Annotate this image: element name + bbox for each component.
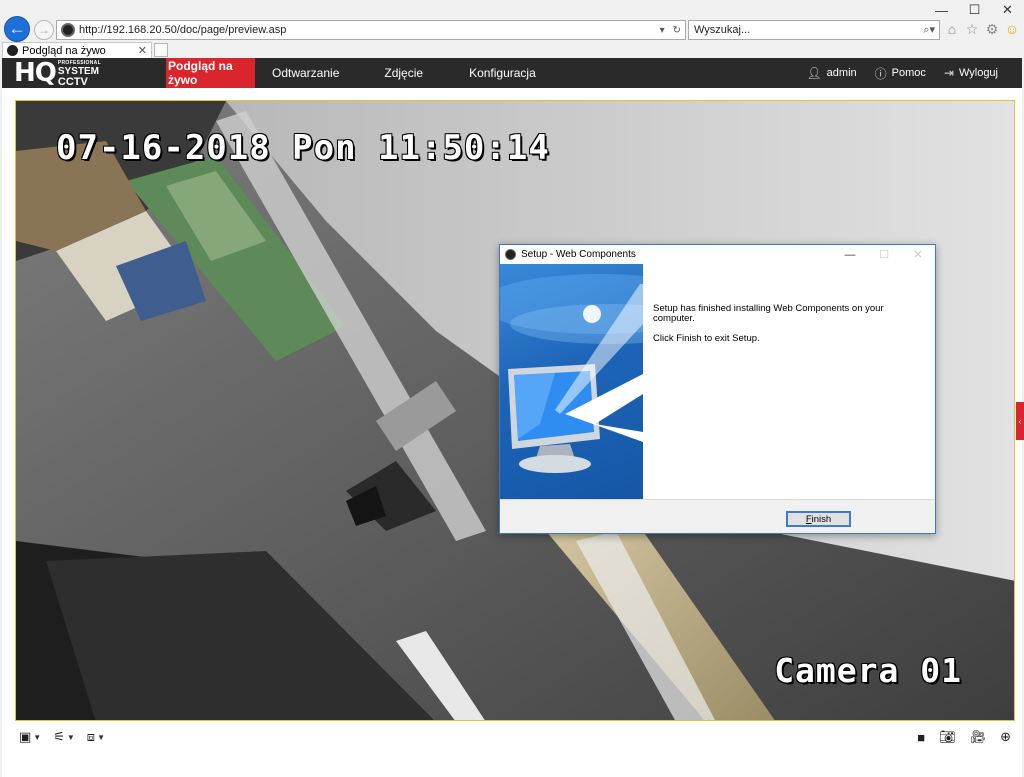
logo-cctv: CCTV — [57, 75, 88, 88]
search-icon[interactable]: ⌕▾ — [919, 23, 939, 37]
tab-close-icon[interactable]: ✕ — [138, 44, 151, 57]
info-icon: ⓘ — [874, 66, 887, 81]
hq-logo[interactable]: HQ PROFESSIONAL SYSTEM CCTV — [14, 58, 101, 88]
home-icon[interactable]: ⌂ — [944, 20, 960, 38]
browser-toolbar-icons: ⌂ ☆ ⚙ ☺ — [944, 20, 1020, 38]
dialog-message: Setup has finished installing Web Compon… — [653, 304, 923, 354]
feedback-smiley-icon[interactable]: ☺ — [1004, 20, 1020, 38]
tab-bar: Podgląd na żywo ✕ — [0, 42, 1024, 58]
arrow-right-icon: → — [38, 23, 50, 37]
caret-down-icon: ▼ — [97, 732, 105, 742]
nav-picture[interactable]: Zdjęcie — [384, 58, 423, 88]
dialog-minimize-button[interactable]: — — [833, 245, 867, 264]
monitor-arrow-icon — [500, 274, 643, 473]
zoom-icon: ⊕ — [1000, 729, 1011, 744]
browser-toolbar: ← → http://192.168.20.50/doc/page/previe… — [0, 16, 1024, 42]
dialog-body: Setup has finished installing Web Compon… — [500, 264, 935, 499]
setup-app-icon — [505, 249, 516, 260]
user-menu[interactable]: 👤︎ admin — [806, 66, 856, 80]
help-link[interactable]: ⓘ Pomoc — [875, 65, 926, 82]
setup-dialog: Setup - Web Components — ☐ ✕ Setup has f… — [499, 244, 936, 534]
stop-icon: ■ — [917, 729, 926, 745]
side-panel-toggle[interactable]: ‹ — [1016, 402, 1024, 440]
dialog-maximize-button: ☐ — [879, 249, 889, 261]
address-url[interactable]: http://192.168.20.50/doc/page/preview.as… — [79, 24, 656, 36]
record-button[interactable]: 🎥︎ — [970, 729, 987, 745]
user-icon: 👤︎ — [806, 66, 822, 80]
forward-button[interactable]: → — [34, 20, 54, 40]
stream-icon: ⚟ — [53, 729, 65, 744]
logo-system: SYSTEM — [57, 65, 99, 77]
plugin-icon: ⧈ — [86, 729, 96, 744]
stream-type-button[interactable]: ⚟ ▼ — [53, 729, 75, 745]
logout-icon: ⇥ — [943, 66, 954, 80]
favorites-star-icon[interactable]: ☆ — [964, 20, 980, 38]
nav-playback[interactable]: Odtwarzanie — [272, 58, 339, 88]
logo-hq: HQ — [14, 58, 57, 88]
dialog-title: Setup - Web Components — [521, 249, 636, 260]
address-bar[interactable]: http://192.168.20.50/doc/page/preview.as… — [56, 20, 686, 40]
finish-label-rest: inish — [811, 513, 832, 525]
logout-label: Wyloguj — [958, 67, 998, 79]
digital-zoom-button[interactable]: ⊕ — [1000, 729, 1011, 745]
dialog-close-button: ✕ — [913, 249, 923, 261]
refresh-icon[interactable]: ↻ — [669, 25, 685, 36]
app-header: HQ PROFESSIONAL SYSTEM CCTV Podgląd na ż… — [2, 58, 1022, 88]
plugin-button[interactable]: ⧈ ▼ — [87, 729, 105, 745]
camera-icon: 📷︎ — [939, 729, 956, 744]
tab-label: Podgląd na żywo — [22, 44, 106, 57]
back-button[interactable]: ← — [4, 16, 30, 42]
search-box[interactable]: Wyszukaj... ⌕▾ — [688, 20, 940, 40]
caret-down-icon: ▼ — [66, 732, 75, 742]
tab-favicon-icon — [7, 45, 18, 56]
capture-button[interactable]: 📷︎ — [939, 729, 956, 745]
gear-icon[interactable]: ⚙ — [984, 20, 1000, 38]
osd-camera-name: Camera 01 — [774, 651, 962, 690]
nav-configuration[interactable]: Konfiguracja — [469, 58, 536, 88]
help-label: Pomoc — [891, 67, 926, 79]
tab-live-preview[interactable]: Podgląd na żywo ✕ — [2, 42, 152, 58]
nav-live-preview[interactable]: Podgląd na żywo — [166, 58, 255, 88]
stop-live-button[interactable]: ■ — [917, 730, 925, 745]
chevron-left-icon: ‹ — [1018, 416, 1022, 426]
user-area: 👤︎ admin ⓘ Pomoc ⇥ Wyloguj — [806, 58, 998, 88]
username: admin — [826, 67, 857, 79]
main-nav: Podgląd na żywo Odtwarzanie Zdjęcie Konf… — [166, 58, 536, 88]
window-layout-button[interactable]: ▣ ▼ — [19, 729, 41, 745]
logout-link[interactable]: ⇥ Wyloguj — [944, 66, 998, 80]
layout-grid-icon: ▣ — [19, 729, 32, 744]
search-input[interactable]: Wyszukaj... — [689, 24, 919, 36]
arrow-left-icon: ← — [8, 19, 26, 38]
exit-instruction-text: Click Finish to exit Setup. — [653, 333, 760, 344]
caret-down-icon: ▼ — [33, 732, 42, 742]
video-toolbar: ▣ ▼ ⚟ ▼ ⧈ ▼ ■ 📷︎ 🎥︎ ⊕ — [15, 724, 1015, 750]
setup-banner-image — [500, 264, 643, 499]
site-favicon-icon — [61, 23, 75, 37]
address-dropdown-icon[interactable]: ▾ — [656, 25, 669, 36]
new-tab-button[interactable] — [154, 43, 168, 57]
osd-datetime: 07-16-2018 Pon 11:50:14 — [56, 128, 550, 168]
install-complete-text: Setup has finished installing Web Compon… — [653, 303, 884, 324]
video-record-icon: 🎥︎ — [969, 729, 987, 744]
finish-button[interactable]: Finish — [786, 511, 851, 527]
dialog-footer: Finish — [500, 499, 935, 533]
dialog-title-bar[interactable]: Setup - Web Components — ☐ ✕ — [500, 245, 935, 264]
